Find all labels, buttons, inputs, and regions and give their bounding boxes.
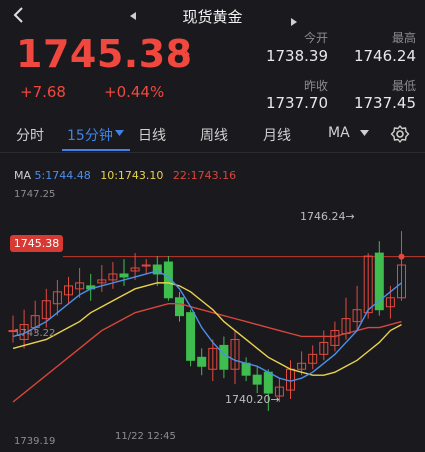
tab-daily[interactable]: 日线 bbox=[138, 125, 166, 145]
candle-down bbox=[175, 297, 184, 317]
low-value: 1737.45 bbox=[353, 94, 416, 112]
tab-15min[interactable]: 15分钟 bbox=[67, 125, 113, 145]
candle-up bbox=[141, 264, 151, 267]
settings-gear-icon[interactable] bbox=[390, 124, 410, 144]
header-bar: 现货黄金 bbox=[0, 0, 425, 30]
next-instrument-icon[interactable] bbox=[291, 18, 297, 26]
candlestick-chart[interactable] bbox=[0, 150, 425, 452]
high-marker: 1746.24→ bbox=[300, 210, 355, 223]
current-price-tag: 1745.38 bbox=[10, 235, 63, 252]
page-title: 现货黄金 bbox=[182, 8, 243, 26]
last-price: 1745.38 bbox=[16, 32, 193, 76]
low-label: 最低 bbox=[391, 79, 416, 93]
y-label-mid: 1743.22 bbox=[14, 328, 56, 339]
candle-down bbox=[252, 374, 262, 385]
candle-down bbox=[197, 356, 207, 367]
candle-down bbox=[263, 371, 273, 394]
y-label-bottom: 1739.19 bbox=[14, 436, 56, 447]
tab-weekly[interactable]: 周线 bbox=[200, 125, 228, 145]
candle-down bbox=[186, 312, 196, 361]
high-value: 1746.24 bbox=[353, 47, 416, 65]
up-arrow-icon bbox=[178, 47, 190, 65]
ma10-line bbox=[12, 282, 402, 376]
last-price-dot bbox=[398, 253, 405, 260]
y-label-top: 1747.25 bbox=[14, 189, 56, 200]
high-label: 最高 bbox=[391, 31, 416, 45]
price-change-percent: +0.44% bbox=[104, 83, 165, 101]
tab-monthly[interactable]: 月线 bbox=[263, 125, 291, 145]
candle-down bbox=[241, 362, 251, 376]
candle-down bbox=[219, 344, 229, 370]
low-marker: 1740.20→ bbox=[225, 393, 280, 406]
ma-dropdown-icon[interactable] bbox=[360, 130, 369, 137]
period-tabs: 分时 15分钟 日线 周线 月线 MA bbox=[0, 119, 425, 151]
tab-15min-dropdown-icon[interactable] bbox=[115, 130, 124, 137]
tab-ma[interactable]: MA bbox=[328, 125, 350, 141]
tab-timeshare[interactable]: 分时 bbox=[16, 125, 44, 145]
candle-down bbox=[119, 273, 129, 278]
x-label-time: 11/22 12:45 bbox=[115, 431, 176, 442]
price-change: +7.68 bbox=[20, 83, 66, 101]
